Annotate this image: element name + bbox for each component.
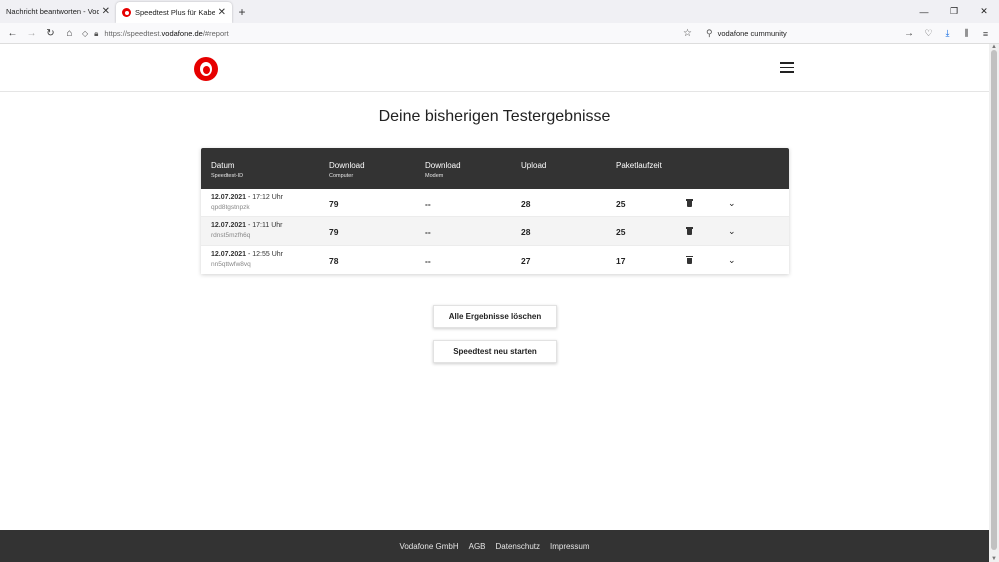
tab-title: Nachricht beantworten - Vodafone [6, 7, 99, 16]
reload-icon[interactable]: ↻ [41, 24, 60, 43]
lock-icon: 🔒︎ [94, 28, 99, 38]
hamburger-menu-icon[interactable] [780, 62, 794, 73]
download-icon[interactable]: ⤓ [938, 25, 957, 42]
speedtest-id: nn5qttwfw8vq [211, 260, 251, 268]
upload-value: 27 [521, 255, 531, 266]
minimize-icon[interactable]: — [909, 0, 939, 23]
download-modem-value: -- [425, 255, 431, 266]
new-tab-button[interactable]: + [232, 0, 252, 23]
footer-link-vodafone-gmbh[interactable]: Vodafone GmbH [399, 542, 458, 551]
download-modem-value: -- [425, 227, 431, 238]
column-header-upload: Upload [521, 161, 547, 170]
footer-link-datenschutz[interactable]: Datenschutz [496, 542, 540, 551]
upload-value: 28 [521, 227, 531, 238]
url-bar[interactable]: ◇ 🔒︎ https://speedtest. vodafone.de/#repo… [82, 25, 698, 42]
page-content: Deine bisherigen Testergebnisse Datum Sp… [0, 44, 989, 562]
close-icon[interactable]: ✕ [218, 7, 226, 18]
library-icon[interactable]: ⫼ [957, 25, 976, 42]
url-prefix: https://speedtest. [104, 29, 162, 38]
home-icon[interactable]: ⌂ [60, 24, 79, 43]
results-table: Datum Speedtest-ID Download Computer Dow… [201, 148, 789, 274]
search-icon: ⚲ [706, 28, 713, 38]
chevron-down-icon[interactable]: ⌄ [728, 226, 736, 237]
trash-icon[interactable] [685, 227, 693, 236]
pocket-icon[interactable]: ♡ [919, 25, 938, 42]
vodafone-logo-icon[interactable] [194, 57, 218, 81]
download-computer-value: 79 [329, 199, 339, 209]
url-path: /#report [202, 29, 229, 38]
shield-icon: ◇ [82, 29, 89, 38]
close-window-icon[interactable]: ✕ [969, 0, 999, 23]
search-bar[interactable]: ⚲ vodafone cummunity → [702, 25, 916, 42]
date-cell: 12.07.2021 - 17:11 Uhr rdnst5mzfh6q [211, 222, 283, 240]
column-header-download-modem: Download Modem [425, 161, 461, 179]
toolbar-icons: ♡ ⤓ ⫼ ≡ [919, 25, 995, 42]
table-header: Datum Speedtest-ID Download Computer Dow… [201, 148, 789, 189]
tab-nachricht[interactable]: Nachricht beantworten - Vodafone ✕ [0, 0, 116, 23]
trash-icon[interactable] [685, 255, 693, 264]
bookmark-star-icon[interactable]: ☆ [683, 28, 692, 39]
close-icon[interactable]: ✕ [102, 6, 110, 17]
scroll-down-icon[interactable]: ▼ [991, 556, 997, 562]
upload-value: 28 [521, 199, 531, 209]
delete-all-results-button[interactable]: Alle Ergebnisse löschen [433, 305, 557, 328]
speedtest-id: rdnst5mzfh6q [211, 232, 251, 240]
table-row: 12.07.2021 - 17:12 Uhr qpd8tgstnpzk 79 -… [201, 189, 789, 218]
restore-icon[interactable]: ❐ [939, 0, 969, 23]
table-row: 12.07.2021 - 17:11 Uhr rdnst5mzfh6q 79 -… [201, 217, 789, 246]
download-computer-value: 78 [329, 255, 339, 266]
latency-value: 25 [616, 227, 626, 238]
footer-link-impressum[interactable]: Impressum [550, 542, 590, 551]
site-footer: Vodafone GmbH AGB Datenschutz Impressum [0, 530, 989, 562]
page-title: Deine bisherigen Testergebnisse [378, 108, 611, 125]
browser-tab-bar: Nachricht beantworten - Vodafone ✕ Speed… [0, 0, 999, 23]
speedtest-id: qpd8tgstnpzk [211, 204, 250, 211]
download-modem-value: -- [425, 199, 431, 209]
column-header-download-computer: Download Computer [329, 161, 365, 179]
site-header [0, 44, 989, 92]
browser-nav-bar: ← → ↻ ⌂ ◇ 🔒︎ https://speedtest. vodafone.… [0, 23, 999, 44]
menu-icon[interactable]: ≡ [976, 25, 995, 42]
tab-speedtest[interactable]: Speedtest Plus für Kabel- und D ✕ [116, 2, 232, 23]
column-header-date: Datum Speedtest-ID [211, 161, 244, 179]
footer-link-agb[interactable]: AGB [469, 542, 486, 551]
page-scrollbar[interactable]: ▲ ▼ [989, 44, 999, 562]
url-host: vodafone.de [161, 29, 203, 38]
window-controls: — ❐ ✕ [909, 0, 999, 23]
search-input[interactable]: vodafone cummunity [718, 29, 787, 38]
tab-title: Speedtest Plus für Kabel- und D [135, 8, 215, 17]
scrollbar-thumb[interactable] [991, 50, 997, 550]
chevron-down-icon[interactable]: ⌄ [728, 255, 736, 266]
forward-icon[interactable]: → [22, 24, 41, 43]
back-icon[interactable]: ← [3, 24, 22, 43]
date-cell: 12.07.2021 - 17:12 Uhr qpd8tgstnpzk [211, 194, 284, 211]
latency-value: 17 [616, 255, 626, 266]
vodafone-favicon-icon [122, 8, 131, 17]
latency-value: 25 [616, 199, 626, 209]
download-computer-value: 79 [329, 227, 339, 238]
search-go-icon[interactable]: → [904, 28, 914, 39]
restart-speedtest-button[interactable]: Speedtest neu starten [433, 340, 557, 363]
table-row: 12.07.2021 - 12:55 Uhr nn5qttwfw8vq 78 -… [201, 246, 789, 274]
chevron-down-icon[interactable]: ⌄ [728, 198, 736, 209]
date-cell: 12.07.2021 - 12:55 Uhr nn5qttwfw8vq [211, 250, 284, 268]
column-header-latency: Paketlaufzeit [616, 161, 662, 170]
trash-icon[interactable] [685, 199, 693, 207]
